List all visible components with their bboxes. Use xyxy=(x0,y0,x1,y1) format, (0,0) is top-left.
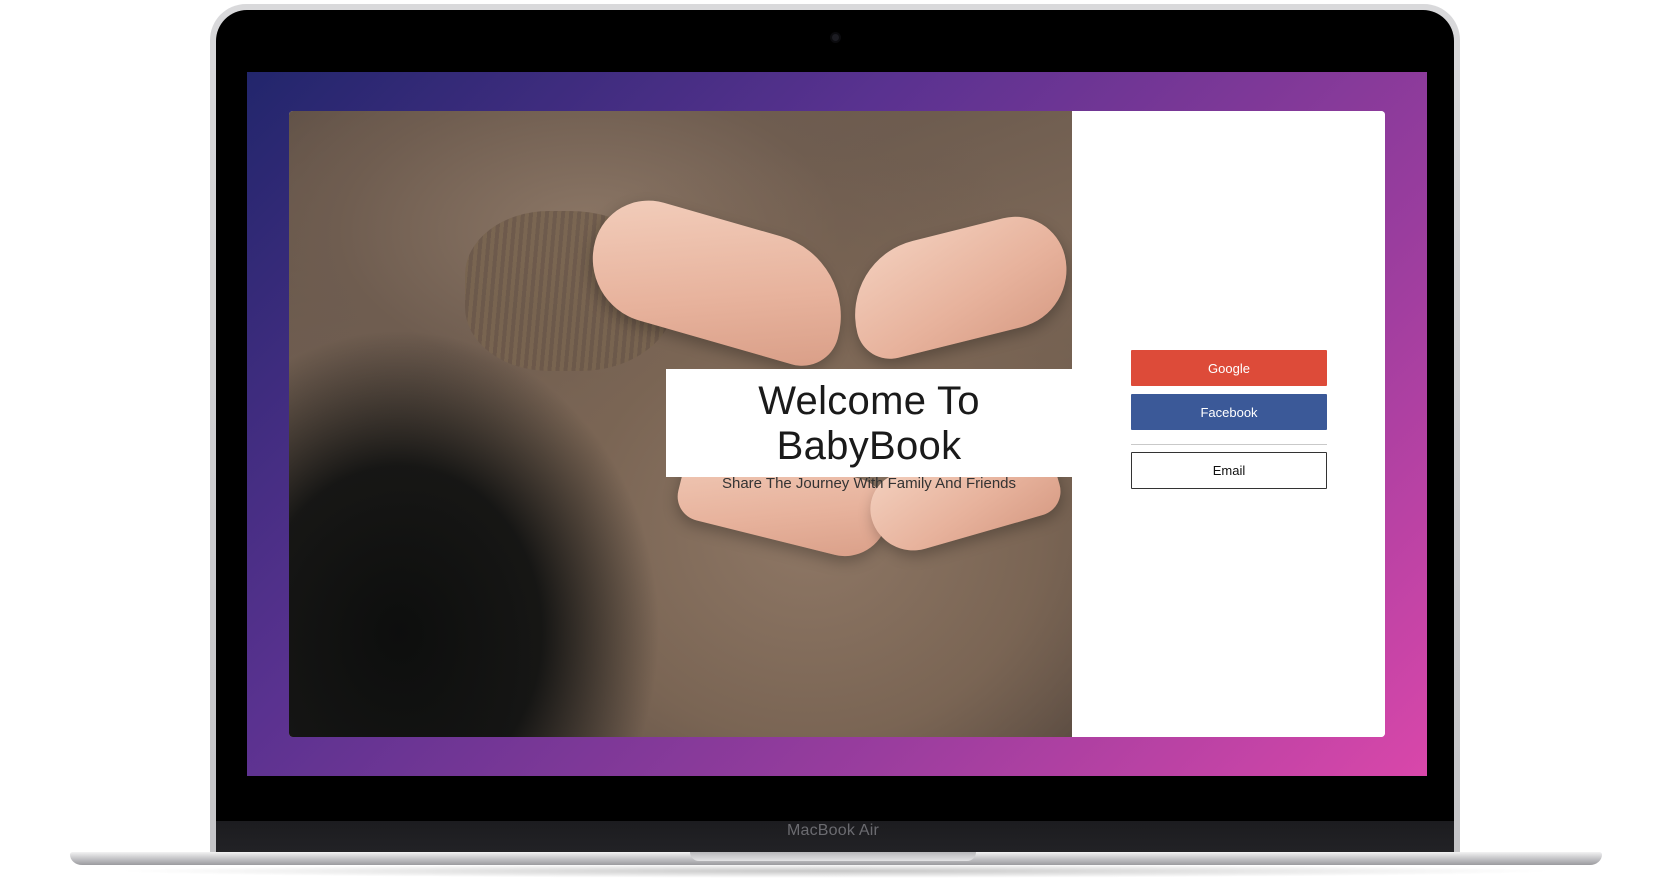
welcome-banner: Welcome To BabyBook Share The Journey Wi… xyxy=(666,369,1072,492)
app-screen: Welcome To BabyBook Share The Journey Wi… xyxy=(247,72,1427,776)
laptop-opening-notch xyxy=(690,852,976,861)
signin-panel: Google Facebook Email xyxy=(1072,111,1385,737)
email-signin-button[interactable]: Email xyxy=(1131,452,1327,489)
photo-hand-right xyxy=(838,206,1080,366)
login-card: Welcome To BabyBook Share The Journey Wi… xyxy=(289,111,1385,737)
camera-icon xyxy=(832,34,839,41)
device-label: MacBook Air xyxy=(786,822,879,839)
signin-divider xyxy=(1131,444,1327,445)
laptop-shadow xyxy=(110,864,1560,878)
facebook-signin-button[interactable]: Facebook xyxy=(1131,394,1327,430)
laptop-mockup: Welcome To BabyBook Share The Journey Wi… xyxy=(0,0,1666,896)
google-signin-button[interactable]: Google xyxy=(1131,350,1327,386)
welcome-title: Welcome To BabyBook xyxy=(758,379,980,468)
hero-photo: Welcome To BabyBook Share The Journey Wi… xyxy=(289,111,1080,737)
welcome-subtitle: Share The Journey With Family And Friend… xyxy=(721,475,1017,492)
